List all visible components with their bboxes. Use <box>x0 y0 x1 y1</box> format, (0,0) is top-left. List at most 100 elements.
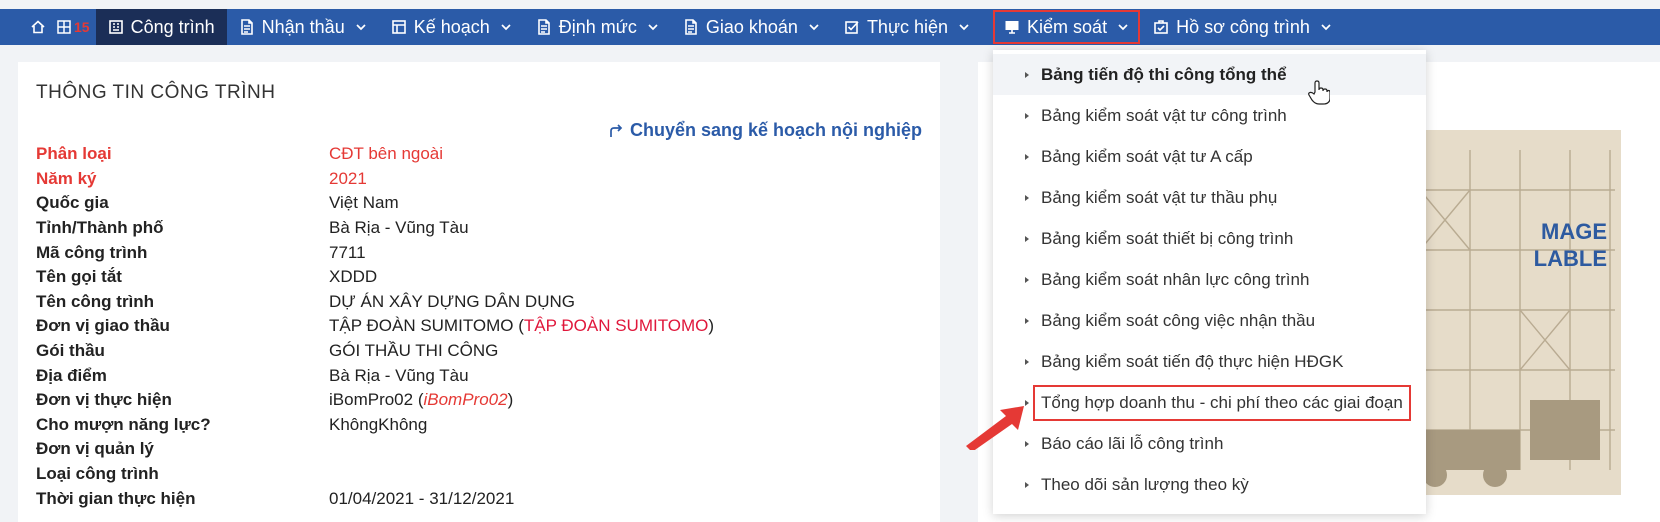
info-label: Tên gọi tắt <box>36 267 122 287</box>
caret-right-icon <box>1025 358 1029 365</box>
info-label: Gói thầu <box>36 341 105 361</box>
info-row: Tên công trình DỰ ÁN XÂY DỰNG DÂN DỤNG <box>36 290 714 315</box>
info-row: Loại công trình <box>36 462 714 487</box>
nav-item-3[interactable]: Định mức <box>524 9 671 45</box>
document-icon <box>536 19 552 35</box>
info-label: Loại công trình <box>36 464 159 484</box>
nav-item-label: Công trình <box>130 16 215 37</box>
dropdown-item[interactable]: Bảng kiểm soát thiết bị công trình <box>993 218 1426 259</box>
dropdown-item[interactable]: Bảng kiểm soát vật tư công trình <box>993 95 1426 136</box>
nav-item-label: Giao khoán <box>705 16 798 37</box>
info-row: Phân loại CĐT bên ngoài <box>36 142 714 167</box>
info-value: 7711 <box>329 242 366 262</box>
info-value: Bà Rịa - Vũng Tàu <box>329 365 469 385</box>
home-icon[interactable] <box>24 9 52 45</box>
plan-link-label: Chuyển sang kế hoạch nội nghiệp <box>629 120 922 140</box>
info-value: KhôngKhông <box>329 414 428 434</box>
caret-right-icon <box>1025 194 1029 201</box>
info-value-wrap: KhôngKhông <box>329 415 427 435</box>
dropdown-item[interactable]: Bảng kiểm soát tiến độ thực hiện HĐGK <box>993 341 1426 382</box>
info-row: Cho mượn năng lực? KhôngKhông <box>36 413 714 438</box>
dropdown-item-label: Bảng kiểm soát vật tư thầu phụ <box>1041 187 1278 207</box>
info-value-wrap: Việt Nam <box>329 193 399 213</box>
dropdown-item[interactable]: Bảng kiểm soát vật tư A cấp <box>993 136 1426 177</box>
info-row: Đơn vị thực hiện iBomPro02 (iBomPro02) <box>36 388 714 413</box>
panel-title: THÔNG TIN CÔNG TRÌNH <box>36 82 276 103</box>
grid-icon <box>57 20 71 34</box>
briefcase-icon <box>1153 19 1169 35</box>
dropdown-item[interactable]: Bảng tiến độ thi công tổng thể <box>993 54 1426 95</box>
dropdown-item-label: Bảng kiểm soát công việc nhận thầu <box>1041 310 1316 330</box>
info-row: Đơn vị quản lý <box>36 437 714 462</box>
building-icon <box>108 19 124 35</box>
dropdown-item[interactable]: Báo cáo lãi lỗ công trình <box>993 423 1426 464</box>
info-row: Năm ký 2021 <box>36 167 714 192</box>
chevron-down-icon <box>1118 24 1128 31</box>
grid-menu[interactable]: 15 <box>56 19 90 35</box>
info-value: 01/04/2021 - 31/12/2021 <box>329 488 515 508</box>
info-value-wrap: 2021 <box>329 169 367 189</box>
chevron-down-icon <box>1321 24 1331 31</box>
dropdown-item[interactable]: Tổng hợp doanh thu - chi phí theo các gi… <box>993 382 1426 423</box>
chevron-down-icon <box>648 24 658 31</box>
dropdown-item-label: Bảng kiểm soát vật tư công trình <box>1041 105 1287 125</box>
info-value: DỰ ÁN XÂY DỰNG DÂN DỤNG <box>329 291 575 311</box>
dropdown-item[interactable]: Bảng kiểm soát vật tư thầu phụ <box>993 177 1426 218</box>
nav-item-6[interactable]: Kiểm soát <box>992 9 1141 45</box>
dropdown-item[interactable]: Bảng kiểm soát công việc nhận thầu <box>993 300 1426 341</box>
chevron-down-icon <box>809 24 819 31</box>
info-value-wrap: TẬP ĐOÀN SUMITOMO (TẬP ĐOÀN SUMITOMO) <box>329 316 714 336</box>
nav-item-0[interactable]: Công trình <box>95 9 227 45</box>
nav-item-7[interactable]: Hồ sơ công trình <box>1141 9 1344 45</box>
info-label: Đơn vị thực hiện <box>36 390 172 410</box>
info-label: Đơn vị giao thầu <box>36 316 170 336</box>
checkbox-icon <box>844 19 860 35</box>
info-value-wrap: 7711 <box>329 243 366 263</box>
caret-right-icon <box>1025 71 1029 78</box>
info-value-wrap: Bà Rịa - Vũng Tàu <box>329 366 469 386</box>
info-value-wrap: GÓI THẦU THI CÔNG <box>329 341 498 361</box>
nav-item-2[interactable]: Kế hoạch <box>379 9 524 45</box>
info-row: Tỉnh/Thành phố Bà Rịa - Vũng Tàu <box>36 216 714 241</box>
info-value: XDDD <box>329 267 378 287</box>
nav-item-label: Nhận thầu <box>261 16 345 37</box>
nav-item-4[interactable]: Giao khoán <box>671 9 832 45</box>
info-label: Cho mượn năng lực? <box>36 414 211 434</box>
dropdown-item-label: Theo dõi sản lượng theo kỳ <box>1041 474 1249 494</box>
monitor-icon <box>1004 19 1020 35</box>
document-icon <box>683 19 699 35</box>
chevron-down-icon <box>501 24 511 31</box>
dropdown-item-label: Bảng tiến độ thi công tổng thể <box>1041 64 1287 84</box>
top-nav: 15 Công trình Nhận thầu Kế hoạch Định mức Gi… <box>0 9 1660 45</box>
info-row: Gói thầu GÓI THẦU THI CÔNG <box>36 339 714 364</box>
info-value-wrap: DỰ ÁN XÂY DỰNG DÂN DỤNG <box>329 292 575 312</box>
dropdown-item[interactable]: Theo dõi sản lượng theo kỳ <box>993 464 1426 505</box>
info-value: iBomPro02 ( <box>329 390 424 410</box>
dropdown-item[interactable]: Bảng kiểm soát nhân lực công trình <box>993 259 1426 300</box>
info-value: TẬP ĐOÀN SUMITOMO ( <box>329 316 524 336</box>
hand-cursor-icon <box>1308 80 1330 105</box>
info-row: Tên gọi tắt XDDD <box>36 265 714 290</box>
dropdown-item-label: Tổng hợp doanh thu - chi phí theo các gi… <box>1033 384 1411 421</box>
info-value-suffix: ) <box>708 316 715 336</box>
dropdown-item-label: Bảng kiểm soát vật tư A cấp <box>1041 146 1253 166</box>
nav-item-1[interactable]: Nhận thầu <box>227 9 379 45</box>
plan-link[interactable]: Chuyển sang kế hoạch nội nghiệp <box>608 120 922 141</box>
info-label: Tỉnh/Thành phố <box>36 218 164 238</box>
dropdown-item-label: Bảng kiểm soát nhân lực công trình <box>1041 269 1310 289</box>
dropdown-item-label: Bảng kiểm soát thiết bị công trình <box>1041 228 1294 248</box>
info-value: Việt Nam <box>329 193 399 213</box>
nav-item-5[interactable]: Thực hiện <box>832 9 982 45</box>
info-label: Thời gian thực hiện <box>36 488 196 508</box>
dropdown-item-label: Báo cáo lãi lỗ công trình <box>1041 433 1224 453</box>
nav-item-label: Định mức <box>558 16 637 37</box>
info-value-extra: TẬP ĐOÀN SUMITOMO <box>523 316 709 336</box>
info-value: CĐT bên ngoài <box>329 144 444 164</box>
info-label: Địa điểm <box>36 365 107 385</box>
grid-number: 15 <box>74 19 90 35</box>
info-label: Quốc gia <box>36 193 109 213</box>
info-value: Bà Rịa - Vũng Tàu <box>329 218 469 238</box>
nav-item-label: Kế hoạch <box>413 16 490 37</box>
info-value-wrap: CĐT bên ngoài <box>329 144 443 164</box>
table-icon <box>391 19 407 35</box>
